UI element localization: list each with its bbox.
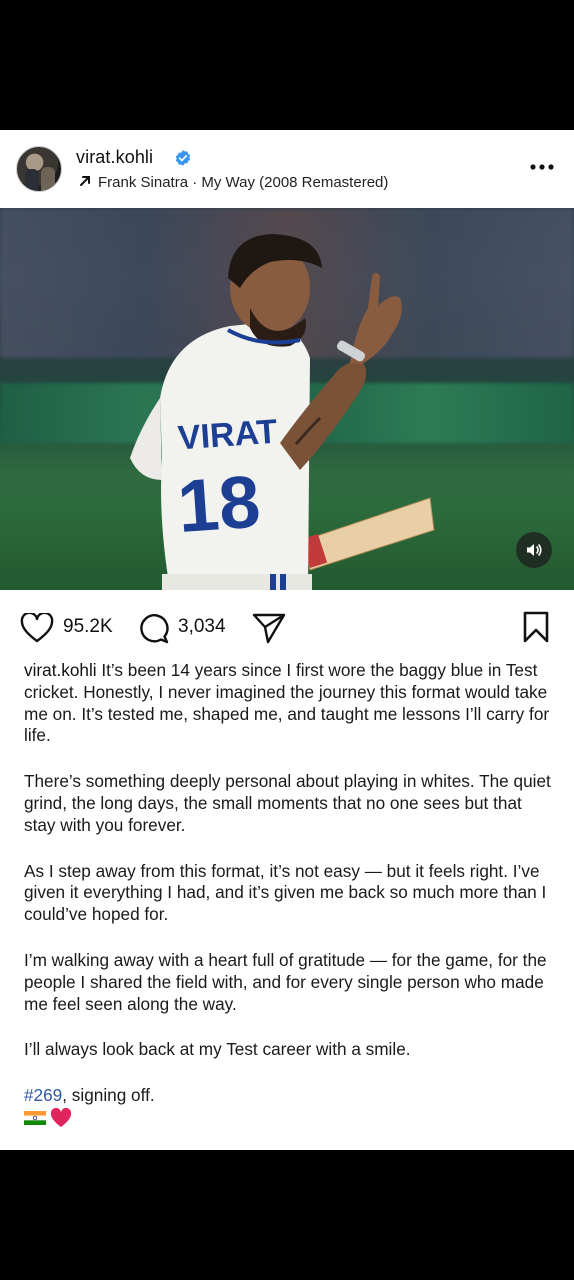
more-options-icon[interactable] bbox=[528, 160, 556, 174]
bottom-black-bar bbox=[0, 1150, 574, 1280]
heart-icon[interactable] bbox=[20, 613, 54, 643]
post-header: virat.kohli Frank Sinatra · My Way (2008… bbox=[0, 130, 574, 208]
music-title: Frank Sinatra · My Way (2008 Remastered) bbox=[98, 174, 389, 191]
like-count[interactable]: 95.2K bbox=[63, 616, 113, 638]
avatar-figure bbox=[41, 167, 55, 191]
arrow-up-right-icon bbox=[80, 176, 90, 186]
caption-paragraph: I’m walking away with a heart full of gr… bbox=[24, 949, 547, 1014]
caption-paragraph: There’s something deeply personal about … bbox=[24, 771, 551, 835]
cricketer-figure: VIRAT 18 bbox=[130, 234, 435, 590]
sound-toggle-button[interactable] bbox=[516, 532, 552, 568]
verified-badge-icon bbox=[175, 150, 191, 166]
post-photo[interactable]: VIRAT 18 bbox=[0, 208, 574, 590]
caption-sign-off: #269, signing off. bbox=[24, 1085, 554, 1107]
share-icon[interactable] bbox=[252, 612, 286, 644]
caption-paragraph: I’ll always look back at my Test career … bbox=[24, 1039, 411, 1060]
jersey-name: VIRAT bbox=[177, 413, 279, 458]
comment-icon[interactable] bbox=[137, 612, 169, 644]
emoji-row bbox=[24, 1107, 554, 1128]
speaker-icon bbox=[527, 544, 542, 556]
caption-paragraph: virat.kohli It’s been 14 years since I f… bbox=[24, 660, 554, 747]
comment-count[interactable]: 3,034 bbox=[178, 616, 226, 638]
caption-text: It’s been 14 years since I first wore th… bbox=[24, 660, 550, 746]
caption-username[interactable]: virat.kohli bbox=[24, 660, 97, 680]
post-caption: virat.kohli It’s been 14 years since I f… bbox=[24, 660, 554, 1128]
post-actions: 95.2K 3,034 bbox=[0, 590, 574, 662]
hashtag-link[interactable]: #269 bbox=[24, 1085, 62, 1105]
bookmark-icon[interactable] bbox=[522, 611, 550, 643]
avatar-figure bbox=[25, 169, 39, 191]
top-black-bar bbox=[0, 0, 574, 130]
instagram-post: virat.kohli Frank Sinatra · My Way (2008… bbox=[0, 130, 574, 1150]
sign-off-text: , signing off. bbox=[62, 1085, 155, 1106]
caption-paragraph: As I step away from this format, it’s no… bbox=[24, 860, 547, 925]
username[interactable]: virat.kohli bbox=[76, 147, 153, 168]
red-heart-icon bbox=[50, 1107, 72, 1127]
india-flag-icon bbox=[24, 1110, 46, 1125]
jersey-number: 18 bbox=[175, 460, 263, 549]
music-link[interactable]: Frank Sinatra · My Way (2008 Remastered) bbox=[78, 174, 388, 191]
avatar[interactable] bbox=[16, 146, 62, 192]
